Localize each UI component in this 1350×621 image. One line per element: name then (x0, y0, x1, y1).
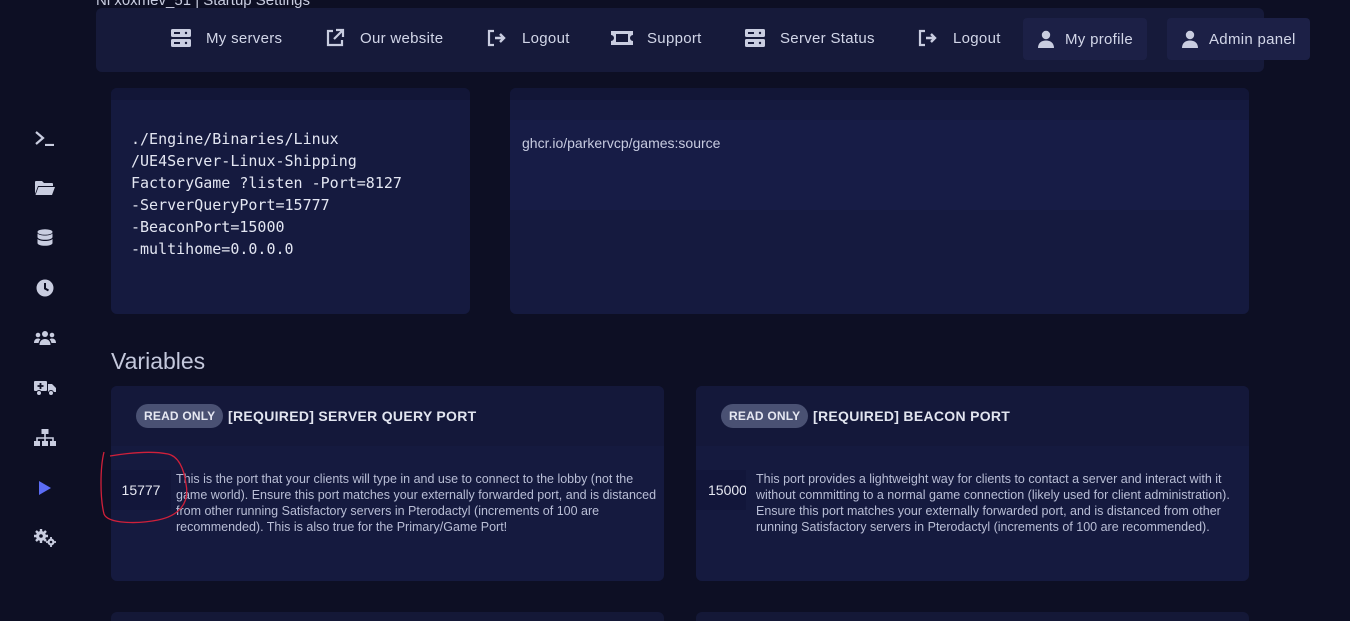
variables-title: Variables (111, 348, 206, 374)
nav-label: Logout (522, 29, 570, 47)
terminal-icon (35, 130, 55, 151)
nav-my-servers[interactable]: My servers (170, 16, 282, 60)
clock-icon (36, 279, 54, 302)
docker-image-card: ghcr.io/parkervcp/games:source (510, 88, 1249, 314)
ticket-icon (611, 27, 633, 49)
user-icon (1179, 28, 1201, 50)
sidebar-backups[interactable] (33, 378, 57, 402)
nav-label: Logout (953, 29, 1001, 47)
nav-server-status[interactable]: Server Status (744, 16, 875, 60)
nav-logout-2[interactable]: Logout (917, 16, 1001, 60)
nav-support[interactable]: Support (611, 16, 702, 60)
nav-our-website[interactable]: Our website (324, 16, 443, 60)
network-icon (34, 428, 56, 452)
nav-label: Our website (360, 29, 444, 47)
docker-image-value: ghcr.io/parkervcp/games:source (522, 135, 721, 151)
external-link-icon (324, 27, 346, 49)
read-only-badge: READ ONLY (721, 404, 809, 428)
sidebar-startup[interactable] (33, 478, 57, 502)
startup-command-card: ./Engine/Binaries/Linux /UE4Server-Linux… (111, 88, 470, 314)
sidebar-databases[interactable] (33, 228, 57, 252)
sidebar-console[interactable] (33, 128, 57, 152)
variable-card-beacon-port: READ ONLY [REQUIRED] BEACON PORT 15000 T… (696, 386, 1249, 581)
nav-label: Admin panel (1209, 30, 1296, 48)
nav-logout[interactable]: Logout (486, 16, 570, 60)
next-card-stub (696, 612, 1249, 621)
card-header (111, 88, 470, 100)
next-card-stub (111, 612, 664, 621)
nav-label: Support (647, 29, 702, 47)
truck-icon (34, 380, 56, 401)
variable-name: [REQUIRED] BEACON PORT (813, 408, 1011, 424)
nav-my-profile[interactable]: My profile (1023, 18, 1148, 60)
nav-admin-panel[interactable]: Admin panel (1167, 18, 1310, 60)
server-icon (744, 27, 766, 49)
user-icon (1035, 28, 1057, 50)
read-only-badge: READ ONLY (136, 404, 224, 428)
variable-card-server-query-port: READ ONLY [REQUIRED] SERVER QUERY PORT 1… (111, 386, 664, 581)
card-header (510, 88, 1249, 100)
variable-description: This is the port that your clients will … (176, 472, 657, 534)
nav-label: My profile (1065, 30, 1134, 48)
sidebar-schedules[interactable] (33, 278, 57, 302)
cogs-icon (34, 528, 56, 552)
variable-value-input[interactable]: 15777 (111, 470, 171, 510)
docker-image-box (510, 120, 1249, 210)
startup-command: ./Engine/Binaries/Linux /UE4Server-Linux… (131, 130, 402, 258)
play-icon (38, 480, 52, 501)
server-icon (170, 27, 192, 49)
variable-value-input[interactable]: 15000 (696, 470, 746, 510)
sidebar-files[interactable] (33, 178, 57, 202)
database-icon (37, 228, 53, 252)
sidebar-network[interactable] (33, 428, 57, 452)
logout-icon (486, 27, 508, 49)
nav-label: My servers (206, 29, 283, 47)
nav-label: Server Status (780, 29, 875, 47)
users-icon (34, 330, 56, 351)
variable-description: This port provides a lightweight way for… (756, 472, 1230, 534)
folder-icon (35, 180, 55, 201)
variable-name: [REQUIRED] SERVER QUERY PORT (228, 408, 477, 424)
sidebar-users[interactable] (33, 328, 57, 352)
logout-icon (917, 27, 939, 49)
sidebar-settings[interactable] (33, 528, 57, 552)
